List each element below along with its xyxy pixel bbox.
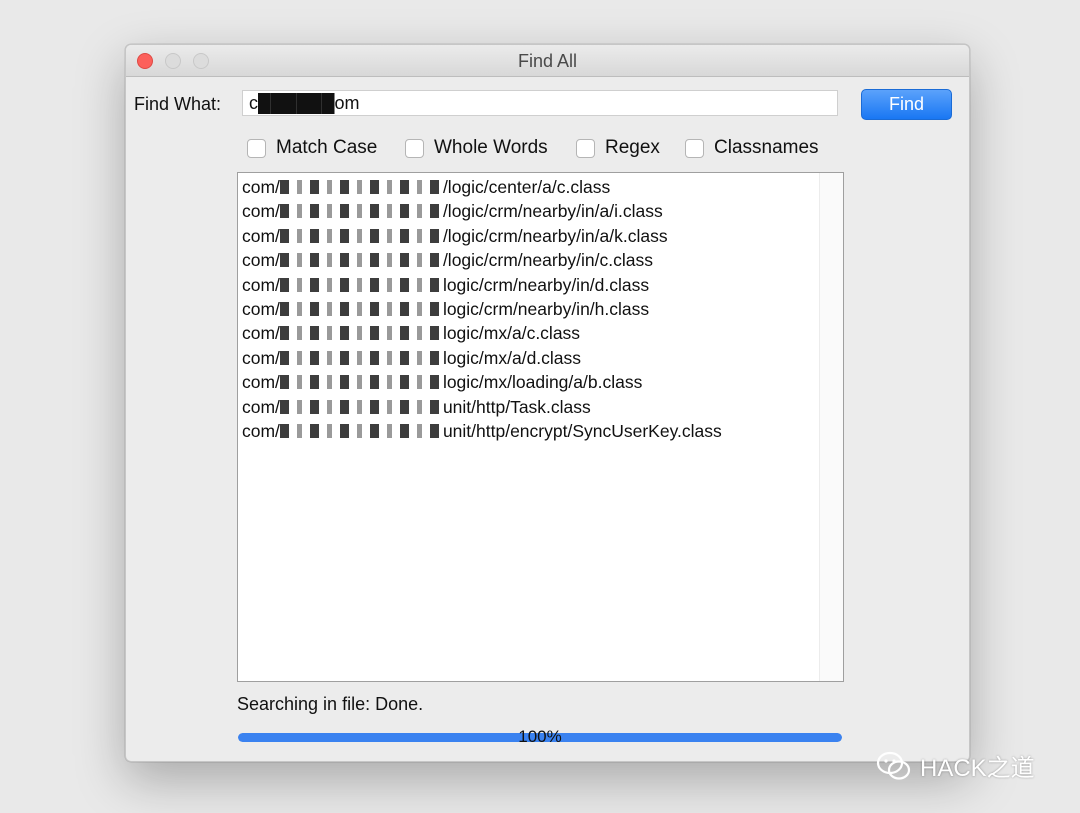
result-row[interactable]: com/ /logic/center/a/c.class xyxy=(242,175,817,199)
result-path: logic/mx/a/c.class xyxy=(442,323,581,344)
result-row[interactable]: com/ /logic/crm/nearby/in/a/k.class xyxy=(242,224,817,248)
result-prefix: com/ xyxy=(242,298,280,319)
match-case-label: Match Case xyxy=(276,137,378,158)
regex-option[interactable]: Regex xyxy=(576,137,660,159)
progress-label: 100% xyxy=(518,727,562,746)
find-all-window: Find All Find What: Find Match Case Whol… xyxy=(125,44,970,762)
redacted-segment xyxy=(279,228,443,243)
find-what-label: Find What: xyxy=(134,94,222,114)
result-path: /logic/center/a/c.class xyxy=(442,177,611,197)
results-list-items: com/ /logic/center/a/c.class com/ /logic/cr… xyxy=(242,175,817,443)
classnames-option[interactable]: Classnames xyxy=(685,137,819,159)
match-case-checkbox[interactable] xyxy=(247,138,266,158)
redacted-segment xyxy=(279,301,443,316)
match-case-option[interactable]: Match Case xyxy=(247,137,377,159)
redacted-segment xyxy=(279,375,443,390)
result-prefix: com/ xyxy=(242,274,280,295)
redacted-segment xyxy=(279,350,443,365)
result-path: logic/mx/a/d.class xyxy=(442,347,582,368)
result-prefix: com/ xyxy=(242,225,280,246)
classnames-checkbox[interactable] xyxy=(685,138,704,158)
result-path: logic/crm/nearby/in/d.class xyxy=(442,274,650,295)
redacted-segment xyxy=(279,423,443,438)
redacted-segment xyxy=(279,204,443,219)
window-title: Find All xyxy=(517,51,578,71)
result-path: /logic/crm/nearby/in/c.class xyxy=(442,250,654,271)
redacted-segment xyxy=(279,277,443,292)
whole-words-checkbox[interactable] xyxy=(405,138,424,158)
find-button[interactable]: Find xyxy=(861,89,952,120)
result-prefix: com/ xyxy=(242,201,280,222)
status-text: Searching in file: Done. xyxy=(237,694,424,714)
redacted-segment xyxy=(279,180,443,194)
result-path: unit/http/encrypt/SyncUserKey.class xyxy=(442,420,722,441)
whole-words-label: Whole Words xyxy=(434,137,548,158)
result-row[interactable]: com/logic/mx/a/d.class xyxy=(242,346,817,370)
result-row[interactable]: com/logic/mx/a/c.class xyxy=(242,321,817,345)
redacted-segment xyxy=(279,399,443,414)
result-row[interactable]: com/logic/crm/nearby/in/h.class xyxy=(242,297,817,321)
result-prefix: com/ xyxy=(242,323,280,344)
result-prefix: com/ xyxy=(242,177,280,197)
result-row[interactable]: com/ /logic/crm/nearby/in/c.class xyxy=(242,248,817,272)
result-path: unit/http/Task.class xyxy=(442,396,591,417)
regex-label: Regex xyxy=(605,137,660,158)
wechat-icon xyxy=(876,751,911,780)
result-row[interactable]: com/logic/mx/loading/a/b.class xyxy=(242,370,817,394)
result-row[interactable]: com/unit/http/Task.class xyxy=(242,395,817,419)
result-prefix: com/ xyxy=(242,372,280,393)
result-prefix: com/ xyxy=(242,250,280,271)
regex-checkbox[interactable] xyxy=(576,138,595,158)
result-prefix: com/ xyxy=(242,347,280,368)
find-what-input[interactable] xyxy=(242,90,838,116)
redacted-segment xyxy=(279,326,443,341)
results-list[interactable]: com/ /logic/center/a/c.class com/ /logic/cr… xyxy=(237,172,844,682)
result-prefix: com/ xyxy=(242,420,280,441)
classnames-label: Classnames xyxy=(714,137,819,158)
result-path: logic/mx/loading/a/b.class xyxy=(442,372,643,393)
redacted-segment xyxy=(279,253,443,268)
result-path: /logic/crm/nearby/in/a/k.class xyxy=(442,225,668,246)
title-bar[interactable]: Find All xyxy=(126,45,969,77)
whole-words-option[interactable]: Whole Words xyxy=(405,137,548,159)
watermark-text: HACK之道 xyxy=(920,755,1035,782)
result-prefix: com/ xyxy=(242,396,280,417)
result-row[interactable]: com/logic/crm/nearby/in/d.class xyxy=(242,273,817,297)
result-path: /logic/crm/nearby/in/a/i.class xyxy=(442,201,663,222)
results-scrollbar[interactable] xyxy=(819,173,843,681)
watermark: HACK之道 xyxy=(876,748,1035,783)
result-row[interactable]: com/unit/http/encrypt/SyncUserKey.class xyxy=(242,419,817,443)
result-row[interactable]: com/ /logic/crm/nearby/in/a/i.class xyxy=(242,199,817,223)
result-path: logic/crm/nearby/in/h.class xyxy=(442,298,650,319)
